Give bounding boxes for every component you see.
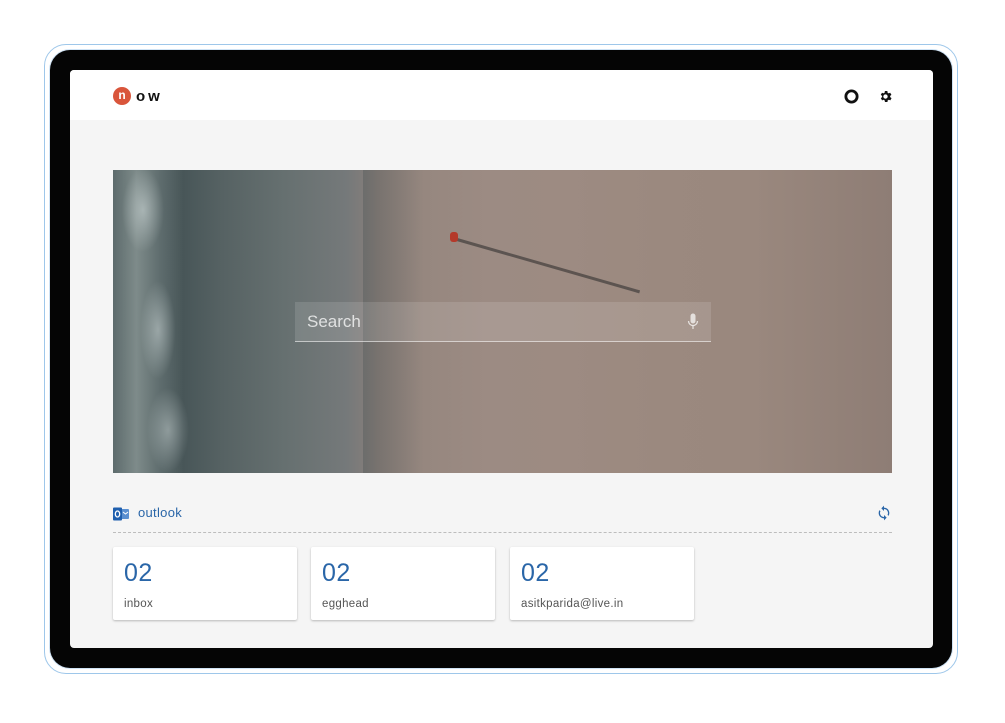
gear-icon[interactable] [876,87,894,105]
hero-wave-foam [113,170,213,473]
card-label: inbox [124,598,153,610]
outlook-section-header: outlook [113,502,892,533]
card-label: asitkparida@live.in [521,598,624,610]
card-label: egghead [322,598,369,610]
logo-text: ow [136,87,163,105]
mail-card-egghead[interactable]: 02 egghead [311,547,495,620]
card-count: 02 [124,559,153,587]
card-count: 02 [521,559,550,587]
mail-card-account[interactable]: 02 asitkparida@live.in [510,547,694,620]
app-screen: n ow Search outlook 02 inbox 02 egghead … [70,70,933,648]
hero-person-shadow [456,238,641,294]
search-input[interactable] [295,302,675,341]
logo-badge: n [113,87,131,105]
hero-background-image [113,170,892,473]
mail-card-inbox[interactable]: 02 inbox [113,547,297,620]
hero-person [450,232,458,242]
top-bar: n ow [70,70,933,120]
card-count: 02 [322,559,351,587]
outlook-icon [113,507,129,521]
sync-icon[interactable] [876,505,892,521]
search-box [295,302,711,342]
app-logo[interactable]: n ow [113,87,163,105]
circle-icon[interactable] [842,87,860,105]
mic-icon[interactable] [687,313,699,331]
section-title[interactable]: outlook [138,505,182,520]
